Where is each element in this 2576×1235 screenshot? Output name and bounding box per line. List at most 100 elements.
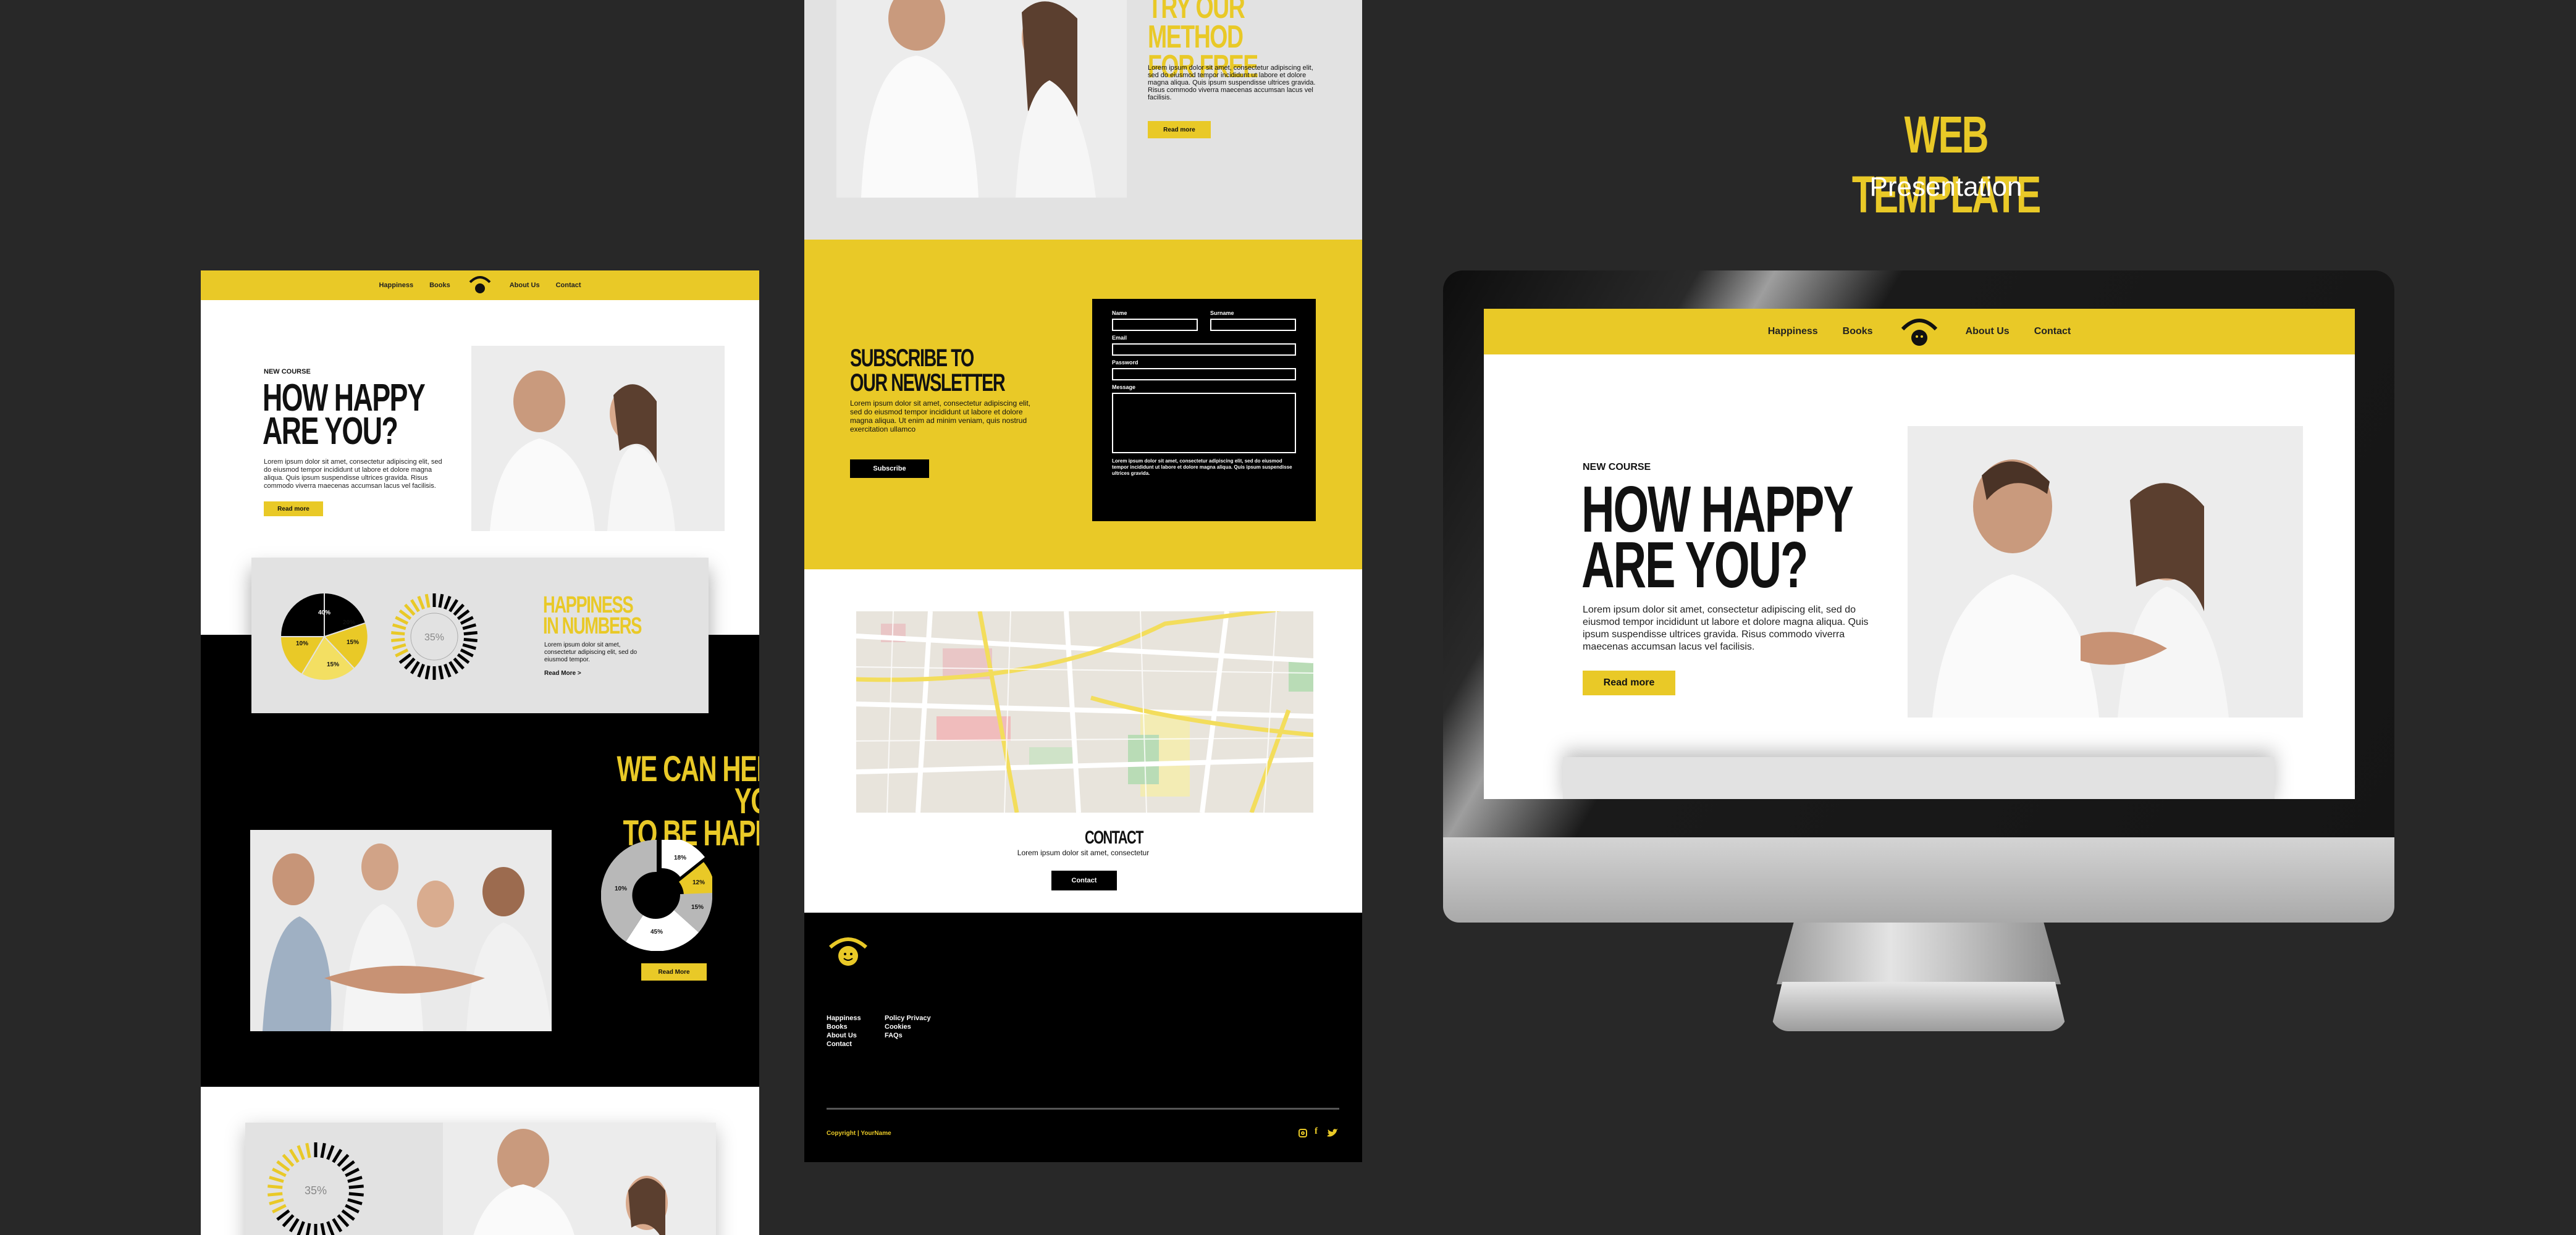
gauge-tick xyxy=(392,623,406,630)
gauge-tick xyxy=(392,643,406,650)
gauge-tick xyxy=(345,1204,360,1214)
hero-read-more-button[interactable]: Read more xyxy=(264,501,323,516)
screen-next-card xyxy=(1563,757,2275,799)
numbers-read-more-link[interactable]: Read More > xyxy=(544,670,581,677)
footer-link-books[interactable]: Books xyxy=(827,1023,861,1031)
screen-hero-body: Lorem ipsum dolor sit amet, consectetur … xyxy=(1583,605,1869,652)
gauge-tick xyxy=(269,1176,284,1183)
gauge-tick xyxy=(448,661,458,674)
presentation-subtitle: Presentation xyxy=(1869,172,2022,202)
screen-nav-item-books[interactable]: Books xyxy=(1843,326,1873,337)
monitor-stand-neck xyxy=(1777,923,2061,984)
pie-label-2: 20% xyxy=(343,619,355,626)
name-field[interactable] xyxy=(1112,319,1198,331)
numbers-title-line1: HAPPINESS xyxy=(543,592,634,618)
gauge-tick xyxy=(403,603,416,616)
numbers-title: HAPPINESS IN NUMBERS xyxy=(543,592,642,638)
gauge-tick xyxy=(424,593,431,608)
gauge-tick xyxy=(269,1198,284,1205)
gauge-tick xyxy=(410,599,420,613)
gauge-tick xyxy=(297,1145,305,1160)
newsletter-form: Name Surname Email Password Message Lore… xyxy=(1092,299,1316,521)
message-field[interactable] xyxy=(1112,393,1296,453)
name-label: Name xyxy=(1112,310,1127,316)
gauge-tick xyxy=(391,637,405,642)
gauge-tick xyxy=(391,631,405,636)
gauge-tick xyxy=(332,1149,343,1163)
logo[interactable] xyxy=(466,274,494,297)
instagram-icon[interactable] xyxy=(1299,1129,1307,1137)
help-title: WE CAN HELP YOU TO BE HAPPY xyxy=(587,751,759,852)
nav-item-books[interactable]: Books xyxy=(429,282,450,289)
gauge-tick xyxy=(305,1142,311,1158)
numbers-body: Lorem ipsum dolor sit amet, consectetur … xyxy=(544,642,638,663)
gauge-tick xyxy=(341,1160,355,1172)
gauge-tick xyxy=(326,1145,335,1160)
gauge-tick xyxy=(272,1167,287,1178)
subscribe-button[interactable]: Subscribe xyxy=(850,459,929,478)
footer-link-policy-privacy[interactable]: Policy Privacy xyxy=(885,1014,931,1023)
bottom-card: 35% xyxy=(245,1123,716,1235)
screen-nav-item-contact[interactable]: Contact xyxy=(2034,326,2071,337)
gauge-tick xyxy=(320,1223,326,1235)
team-photo xyxy=(250,830,552,1031)
help-read-more-button[interactable]: Read More xyxy=(641,963,707,981)
numbers-gauge: 35% xyxy=(391,593,478,680)
screen-nav: Happiness Books About Us Contact xyxy=(1484,309,2355,354)
twitter-icon[interactable] xyxy=(1327,1129,1338,1137)
password-label: Password xyxy=(1112,359,1139,366)
gauge-tick xyxy=(424,665,431,680)
screen-nav-item-happiness[interactable]: Happiness xyxy=(1768,326,1818,337)
monitor-stand-base xyxy=(1770,982,2067,1031)
screen-hero-read-more-button[interactable]: Read more xyxy=(1583,671,1675,695)
gauge-tick xyxy=(276,1160,290,1172)
gauge-tick xyxy=(348,1184,364,1189)
screen-nav-item-about-us[interactable]: About Us xyxy=(1966,326,2010,337)
surname-label: Surname xyxy=(1210,310,1234,316)
contact-body: Lorem ipsum dolor sit amet, consectetur xyxy=(1017,848,1150,857)
footer-divider xyxy=(827,1108,1339,1110)
gauge-tick xyxy=(417,595,425,610)
copyright: Copyright | YourName xyxy=(827,1130,891,1137)
presentation-title: WEB TEMPLATE xyxy=(1851,106,2041,224)
facebook-icon[interactable]: f xyxy=(1315,1126,1318,1137)
email-field[interactable] xyxy=(1112,343,1296,356)
method-read-more-button[interactable]: Read more xyxy=(1148,121,1211,138)
footer-link-cookies[interactable]: Cookies xyxy=(885,1023,931,1031)
newsletter-title-line2: OUR NEWSLETTER xyxy=(850,369,1006,396)
numbers-card: 40% 20% 15% 15% 10% 35% HAPPINESS IN NUM… xyxy=(251,558,709,713)
footer-logo[interactable] xyxy=(827,934,870,968)
footer-link-contact[interactable]: Contact xyxy=(827,1040,861,1049)
newsletter-title-line1: SUBSCRIBE TO xyxy=(850,345,974,372)
gauge-tick xyxy=(417,663,425,678)
nav-item-about-us[interactable]: About Us xyxy=(510,282,540,289)
screen-logo[interactable] xyxy=(1898,313,1941,350)
map[interactable] xyxy=(856,611,1313,813)
gauge-tick xyxy=(457,609,470,621)
footer-link-about-us[interactable]: About Us xyxy=(827,1031,861,1040)
method-photo xyxy=(836,0,1127,198)
gauge-tick xyxy=(395,616,409,625)
gauge-tick xyxy=(282,1214,295,1228)
nav-item-contact[interactable]: Contact xyxy=(556,282,581,289)
password-field[interactable] xyxy=(1112,368,1296,380)
middle-page-mockup: TRY OUR METHOD FOR FREE Lorem ipsum dolo… xyxy=(804,0,1362,1162)
contact-title: CONTACT xyxy=(1085,827,1143,848)
pie-label-1: 40% xyxy=(318,609,330,616)
contact-button[interactable]: Contact xyxy=(1051,871,1117,890)
surname-field[interactable] xyxy=(1210,319,1296,331)
newsletter-title: SUBSCRIBE TO OUR NEWSLETTER xyxy=(850,345,1006,396)
monitor: Happiness Books About Us Contact NEW COU… xyxy=(1443,270,2394,923)
gauge-tick xyxy=(444,663,452,678)
donut-label-5: 10% xyxy=(615,885,627,892)
footer-link-faqs[interactable]: FAQs xyxy=(885,1031,931,1040)
gauge-tick xyxy=(444,595,452,610)
gauge-tick xyxy=(320,1142,326,1158)
screen-hero-title: HOW HAPPY ARE YOU? xyxy=(1581,477,1854,598)
email-label: Email xyxy=(1112,335,1127,341)
pie-label-5: 10% xyxy=(296,640,308,647)
footer-link-happiness[interactable]: Happiness xyxy=(827,1014,861,1023)
gauge-tick xyxy=(288,1218,300,1233)
monitor-chin xyxy=(1443,837,2394,923)
nav-item-happiness[interactable]: Happiness xyxy=(379,282,413,289)
